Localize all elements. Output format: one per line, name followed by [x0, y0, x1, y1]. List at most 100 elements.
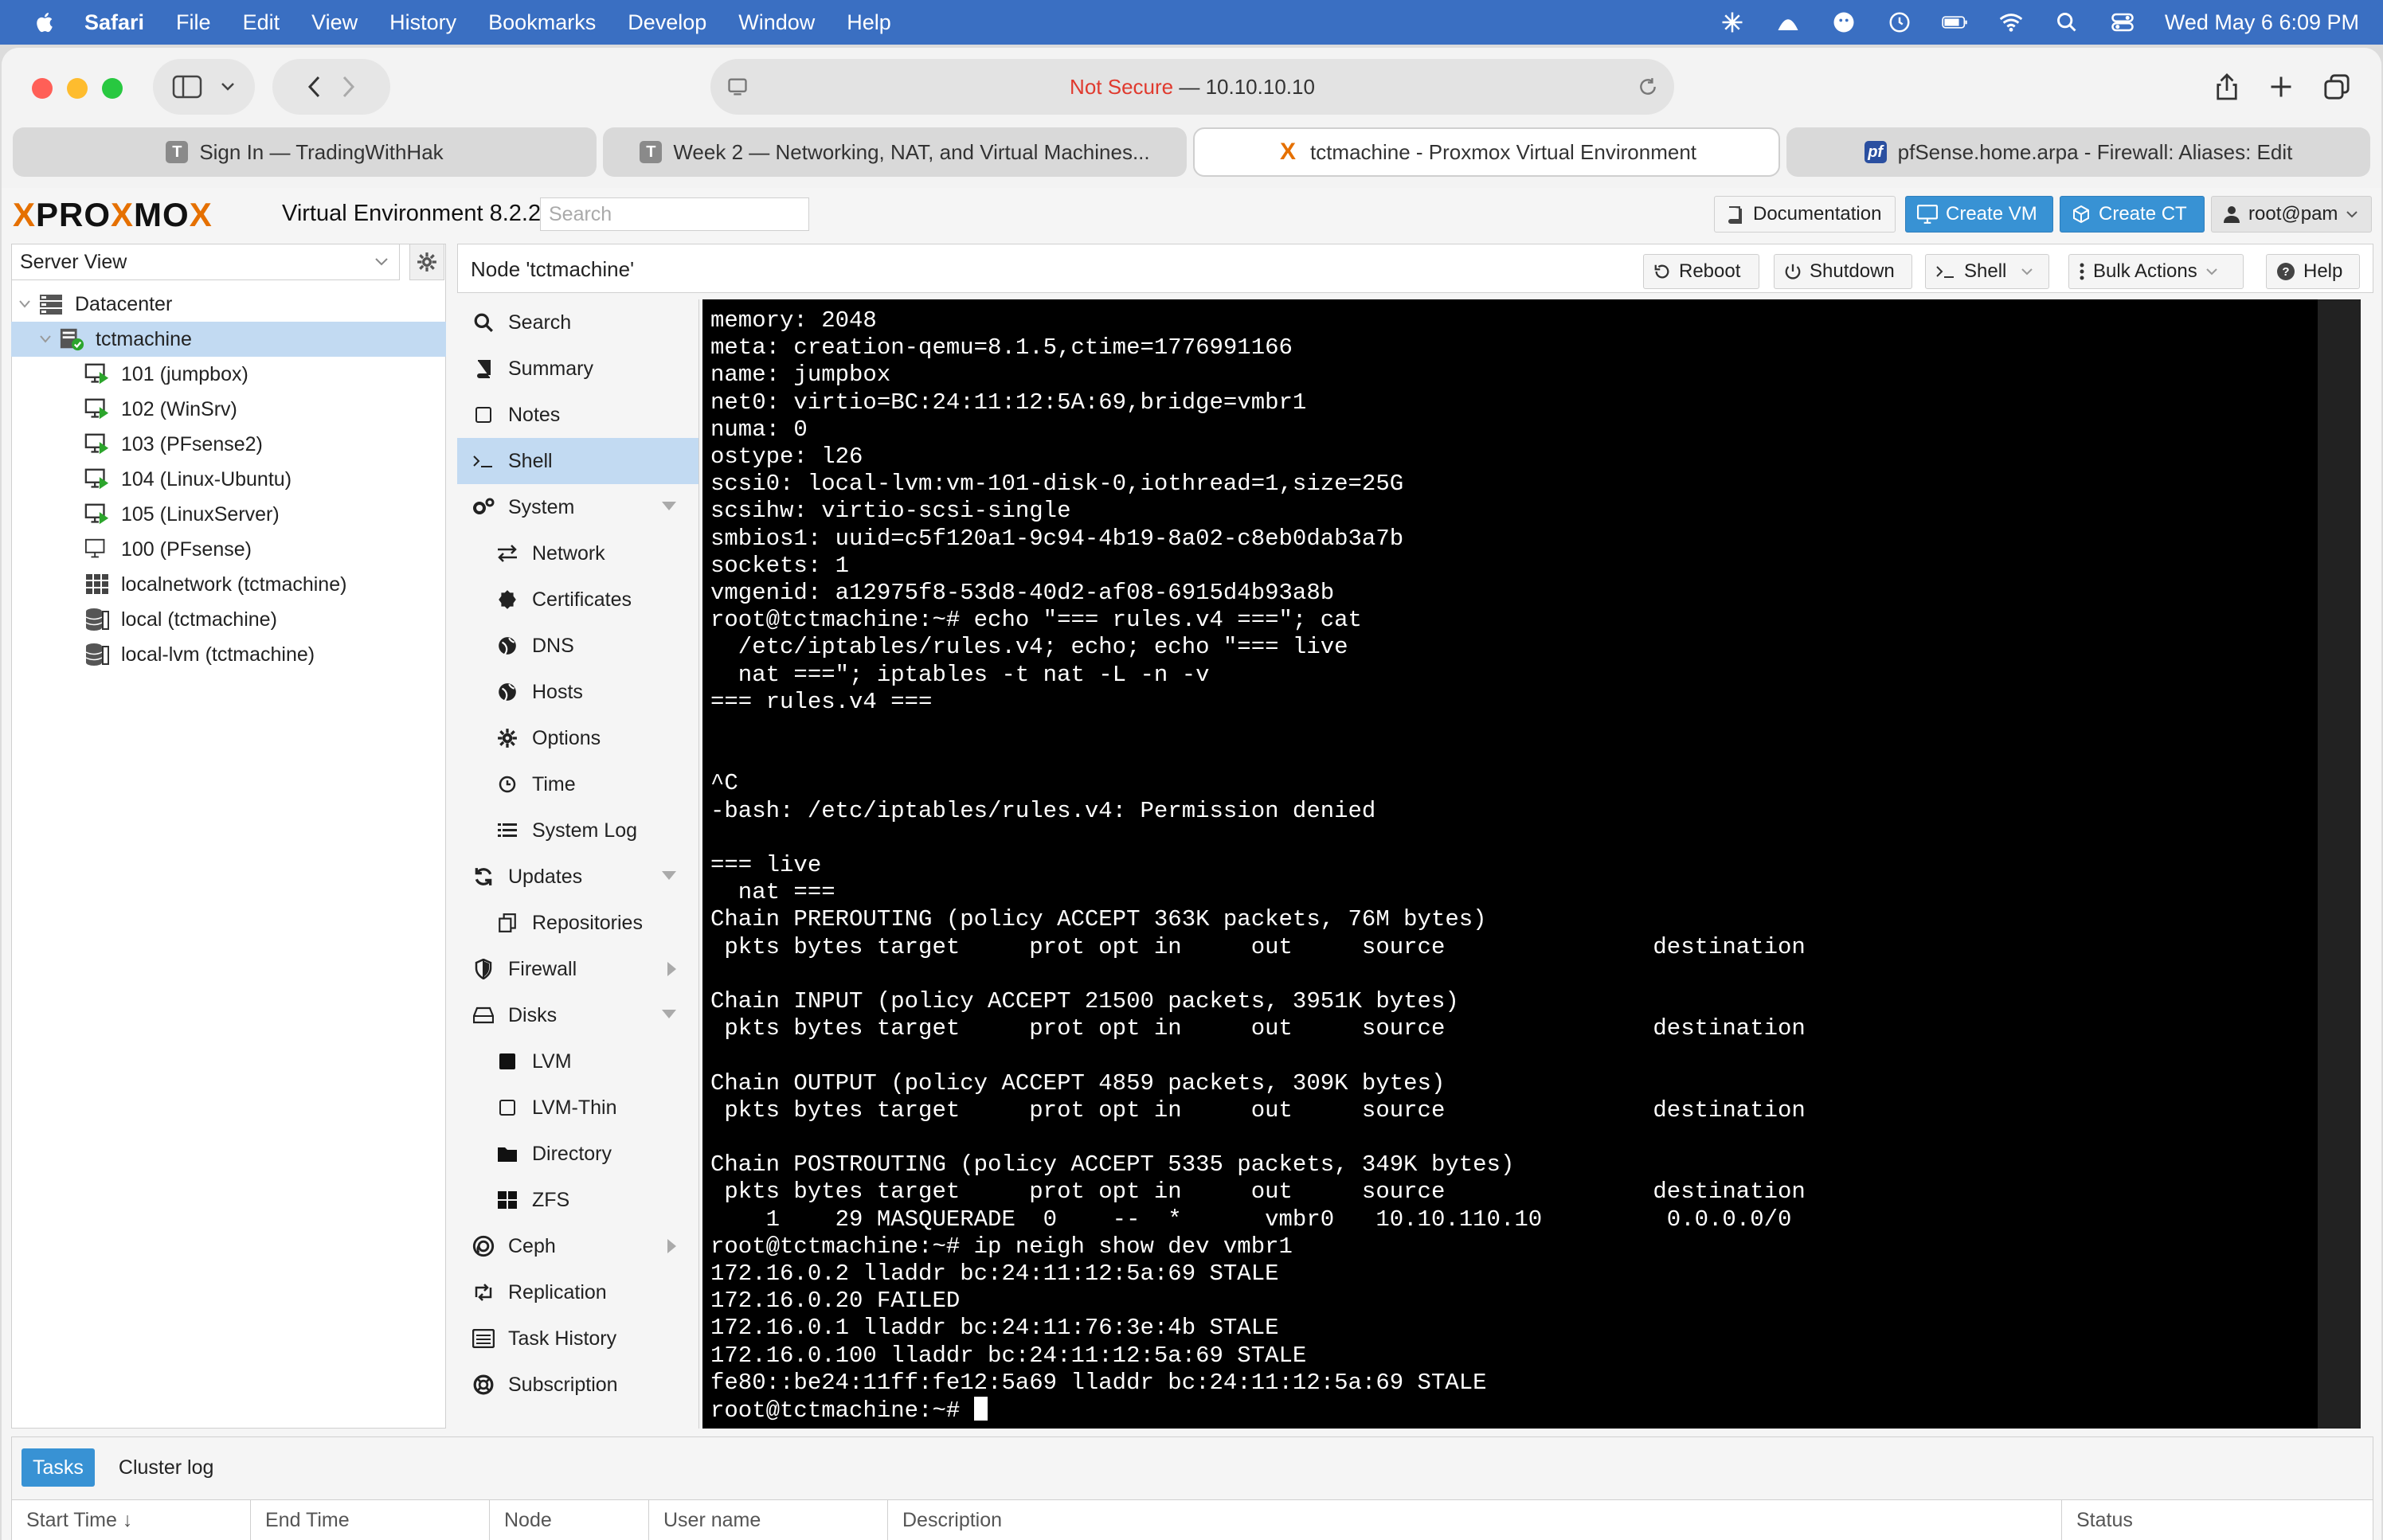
- nav-label: Notes: [508, 403, 561, 426]
- tab-overview-button[interactable]: [2307, 59, 2367, 115]
- menu-history[interactable]: History: [389, 10, 456, 35]
- chevron-down-icon: [375, 258, 388, 266]
- nav-hosts[interactable]: Hosts: [457, 669, 698, 715]
- menu-app-name[interactable]: Safari: [84, 10, 144, 35]
- menu-bookmarks[interactable]: Bookmarks: [488, 10, 596, 35]
- column-description[interactable]: Description: [888, 1500, 2062, 1540]
- shell-button[interactable]: Shell: [1925, 254, 2049, 289]
- control-center-icon[interactable]: [2109, 9, 2136, 36]
- nav-lvm[interactable]: LVM: [457, 1038, 698, 1085]
- spotlight-search-icon[interactable]: [2053, 9, 2080, 36]
- user-menu-button[interactable]: root@pam: [2211, 196, 2372, 233]
- shell-terminal[interactable]: memory: 2048 meta: creation-qemu=8.1.5,ct…: [702, 299, 2361, 1429]
- tab-favicon-icon: pf: [1864, 141, 1887, 163]
- tree-datacenter[interactable]: Datacenter: [11, 287, 446, 322]
- pve-search-input[interactable]: Search: [540, 197, 809, 231]
- nav-search[interactable]: Search: [457, 299, 698, 346]
- terminal-scrollbar[interactable]: [2318, 299, 2361, 1429]
- collapsed-arrow-icon[interactable]: [667, 1239, 676, 1253]
- close-window-button[interactable]: [32, 78, 53, 99]
- nav-notes[interactable]: Notes: [457, 392, 698, 438]
- nav-summary[interactable]: Summary: [457, 346, 698, 392]
- tree-children: 101 (jumpbox) 102 (WinSrv) 103 (PFsense2) 1…: [11, 357, 446, 672]
- menu-help[interactable]: Help: [847, 10, 891, 35]
- minimize-window-button[interactable]: [67, 78, 88, 99]
- tree-item-storage[interactable]: local-lvm (tctmachine): [11, 637, 446, 672]
- nav-dns[interactable]: DNS: [457, 623, 698, 669]
- tree-item-vm-running[interactable]: 103 (PFsense2): [11, 427, 446, 462]
- menu-file[interactable]: File: [176, 10, 211, 35]
- tab-week-2[interactable]: T Week 2 — Networking, NAT, and Virtual …: [603, 127, 1187, 177]
- face-icon[interactable]: [1830, 9, 1857, 36]
- shutdown-button[interactable]: Shutdown: [1774, 254, 1912, 289]
- bulk-actions-button[interactable]: Bulk Actions: [2068, 254, 2244, 289]
- apple-logo-icon[interactable]: [33, 10, 57, 34]
- back-forward-buttons[interactable]: [272, 59, 390, 115]
- page-settings-icon[interactable]: [726, 76, 749, 98]
- help-button[interactable]: ? Help: [2266, 254, 2360, 289]
- view-selector[interactable]: Server View: [11, 244, 400, 280]
- address-bar[interactable]: Not Secure — 10.10.10.10: [710, 59, 1674, 115]
- vpn-icon[interactable]: [1775, 9, 1802, 36]
- documentation-button[interactable]: Documentation: [1714, 196, 1896, 233]
- column-end-time[interactable]: End Time: [251, 1500, 490, 1540]
- tree-item-vm-running[interactable]: 101 (jumpbox): [11, 357, 446, 392]
- tree-node-tctmachine[interactable]: tctmachine: [11, 322, 446, 357]
- tree-item-vm-stopped[interactable]: 100 (PFsense): [11, 532, 446, 567]
- create-vm-button[interactable]: Create VM: [1905, 196, 2053, 233]
- sidebar-toggle-button[interactable]: [153, 59, 255, 115]
- create-ct-button[interactable]: Create CT: [2060, 196, 2205, 233]
- new-tab-button[interactable]: [2251, 59, 2311, 115]
- column-status[interactable]: Status: [2062, 1500, 2373, 1540]
- tree-item-storage[interactable]: local (tctmachine): [11, 602, 446, 637]
- nav-task-history[interactable]: Task History: [457, 1315, 698, 1362]
- nav-lvm-thin[interactable]: LVM-Thin: [457, 1085, 698, 1131]
- menu-edit[interactable]: Edit: [243, 10, 280, 35]
- sparkle-icon[interactable]: [1719, 9, 1746, 36]
- tree-settings-button[interactable]: [409, 244, 444, 280]
- menubar-clock[interactable]: Wed May 6 6:09 PM: [2165, 10, 2359, 35]
- tree-item-vm-running[interactable]: 104 (Linux-Ubuntu): [11, 462, 446, 497]
- collapsed-arrow-icon[interactable]: [667, 962, 676, 976]
- menu-window[interactable]: Window: [738, 10, 815, 35]
- nav-options[interactable]: Options: [457, 715, 698, 761]
- column-start-time[interactable]: Start Time ↓: [12, 1500, 251, 1540]
- tab-sign-in[interactable]: T Sign In — TradingWithHak: [13, 127, 597, 177]
- nav-certificates[interactable]: Certificates: [457, 577, 698, 623]
- nav-directory[interactable]: Directory: [457, 1131, 698, 1177]
- wifi-icon[interactable]: [1998, 9, 2025, 36]
- nav-zfs[interactable]: ZFS: [457, 1177, 698, 1223]
- tab-pfsense[interactable]: pf pfSense.home.arpa - Firewall: Aliases…: [1786, 127, 2370, 177]
- menu-develop[interactable]: Develop: [628, 10, 706, 35]
- battery-icon[interactable]: [1942, 9, 1969, 36]
- nav-replication[interactable]: Replication: [457, 1269, 698, 1315]
- nav-time[interactable]: Time: [457, 761, 698, 807]
- nav-shell[interactable]: Shell: [457, 438, 698, 484]
- menu-view[interactable]: View: [311, 10, 358, 35]
- tab-cluster-log[interactable]: Cluster log: [108, 1448, 225, 1487]
- tab-tasks[interactable]: Tasks: [22, 1448, 95, 1487]
- tree-item-network[interactable]: localnetwork (tctmachine): [11, 567, 446, 602]
- nav-disks[interactable]: Disks: [457, 992, 698, 1038]
- column-user-name[interactable]: User name: [649, 1500, 888, 1540]
- column-node[interactable]: Node: [490, 1500, 649, 1540]
- zoom-window-button[interactable]: [102, 78, 123, 99]
- nav-firewall[interactable]: Firewall: [457, 946, 698, 992]
- tree-item-vm-running[interactable]: 105 (LinuxServer): [11, 497, 446, 532]
- expand-arrow-icon[interactable]: [662, 871, 676, 880]
- nav-updates[interactable]: Updates: [457, 854, 698, 900]
- nav-system-log[interactable]: System Log: [457, 807, 698, 854]
- nav-system[interactable]: System: [457, 484, 698, 530]
- nav-subscription[interactable]: Subscription: [457, 1362, 698, 1408]
- expand-arrow-icon[interactable]: [662, 1010, 676, 1018]
- time-machine-icon[interactable]: [1886, 9, 1913, 36]
- tab-proxmox[interactable]: X tctmachine - Proxmox Virtual Environme…: [1193, 127, 1780, 177]
- tree-item-vm-running[interactable]: 102 (WinSrv): [11, 392, 446, 427]
- share-button[interactable]: [2197, 59, 2257, 115]
- reload-icon[interactable]: [1638, 76, 1658, 97]
- nav-repositories[interactable]: Repositories: [457, 900, 698, 946]
- nav-ceph[interactable]: Ceph: [457, 1223, 698, 1269]
- expand-arrow-icon[interactable]: [662, 502, 676, 510]
- reboot-button[interactable]: Reboot: [1643, 254, 1759, 289]
- nav-network[interactable]: Network: [457, 530, 698, 577]
